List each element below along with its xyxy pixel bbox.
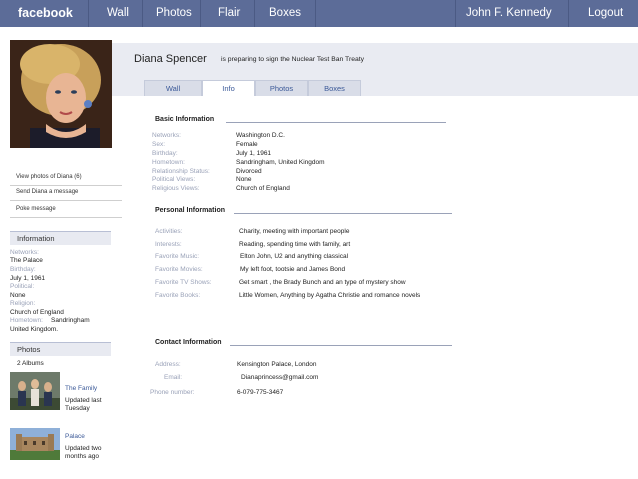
information-heading-label: Information xyxy=(17,234,55,243)
hometown-value-continued: United Kingdom. xyxy=(10,326,59,333)
album-updated-family-cont: Tuesday xyxy=(65,405,90,412)
nav-divider xyxy=(142,0,143,27)
nav-user-link[interactable]: John F. Kennedy xyxy=(466,0,552,27)
political-value: None xyxy=(10,292,26,299)
album-thumbnail-palace[interactable] xyxy=(10,428,60,460)
family-photo-image xyxy=(10,372,60,410)
contact-info-rule xyxy=(230,345,452,346)
tab-photos[interactable]: Photos xyxy=(255,80,308,96)
albums-count: 2 Albums xyxy=(17,360,44,367)
profile-portrait-image xyxy=(10,40,112,148)
contact-phone-label: Phone number: xyxy=(150,389,195,396)
birthday-label: Birthday: xyxy=(10,266,36,273)
nav-flair-link[interactable]: Flair xyxy=(218,0,240,27)
information-heading: Information xyxy=(10,231,111,245)
personal-music-label: Favorite Music: xyxy=(155,253,200,260)
personal-tv-label: Favorite TV Shows: xyxy=(155,279,212,286)
nav-divider xyxy=(88,0,89,27)
personal-activities-value: Charity, meeting with important people xyxy=(239,228,350,235)
personal-info-title: Personal Information xyxy=(155,207,226,214)
basic-political-value: None xyxy=(236,176,252,183)
status-message: is preparing to sign the Nuclear Test Ba… xyxy=(221,56,365,63)
personal-music-value: Elton John, U2 and anything classical xyxy=(240,253,349,260)
basic-info-title: Basic Information xyxy=(155,116,215,123)
top-navigation-bar: facebook Wall Photos Flair Boxes John F.… xyxy=(0,0,638,27)
contact-email-value[interactable]: Dianaprincess@gmail.com xyxy=(241,374,318,381)
profile-photo[interactable] xyxy=(10,40,112,148)
hometown-label: Hometown: xyxy=(10,317,43,324)
personal-movies-label: Favorite Movies: xyxy=(155,266,203,273)
basic-birthday-label: Birthday: xyxy=(152,150,178,157)
basic-birthday-value: July 1, 1961 xyxy=(236,150,272,157)
send-message-link[interactable]: Send Diana a message xyxy=(16,189,78,195)
poke-link[interactable]: Poke message xyxy=(16,206,56,212)
basic-political-label: Political Views: xyxy=(152,176,196,183)
personal-interests-label: Interests: xyxy=(155,241,182,248)
personal-info-rule xyxy=(234,213,452,214)
nav-photos-link[interactable]: Photos xyxy=(156,0,192,27)
sidebar-divider xyxy=(10,217,122,218)
facebook-logo[interactable]: facebook xyxy=(18,0,73,27)
hometown-value: Sandringham xyxy=(51,317,90,324)
nav-divider xyxy=(200,0,201,27)
album-title-family[interactable]: The Family xyxy=(65,385,97,392)
sidebar-divider xyxy=(10,185,122,186)
album-updated-palace: Updated two xyxy=(65,445,102,452)
nav-wall-link[interactable]: Wall xyxy=(107,0,129,27)
basic-sex-value: Female xyxy=(236,141,258,148)
basic-hometown-label: Hometown: xyxy=(152,159,185,166)
birthday-value: July 1, 1961 xyxy=(10,275,46,282)
personal-books-value: Little Women, Anything by Agatha Christi… xyxy=(239,292,421,299)
basic-sex-label: Sex: xyxy=(152,141,166,148)
contact-email-label: Email: xyxy=(164,374,183,381)
networks-label: Networks: xyxy=(10,249,39,256)
personal-movies-value: My left foot, tootsie and James Bond xyxy=(240,266,346,273)
contact-address-value: Kensington Palace, London xyxy=(237,361,317,368)
album-updated-family: Updated last xyxy=(65,397,102,404)
personal-interests-value: Reading, spending time with family, art xyxy=(239,241,351,248)
religion-value: Church of England xyxy=(10,309,64,316)
tab-boxes[interactable]: Boxes xyxy=(308,80,361,96)
basic-info-rule xyxy=(226,122,446,123)
basic-hometown-value: Sandringham, United Kingdom xyxy=(236,159,325,166)
tab-wall[interactable]: Wall xyxy=(144,80,202,96)
contact-address-label: Address: xyxy=(155,361,181,368)
political-label: Political: xyxy=(10,283,35,290)
view-photos-link[interactable]: View photos of Diana (6) xyxy=(16,174,82,180)
basic-relationship-value: Divorced xyxy=(236,168,262,175)
logout-link[interactable]: Logout xyxy=(588,0,623,27)
nav-divider xyxy=(455,0,456,27)
basic-religious-label: Religious Views: xyxy=(152,185,200,192)
nav-divider xyxy=(315,0,316,27)
photos-heading-label: Photos xyxy=(17,345,41,354)
nav-boxes-link[interactable]: Boxes xyxy=(269,0,301,27)
religion-label: Religion: xyxy=(10,300,36,307)
basic-networks-label: Networks: xyxy=(152,132,181,139)
personal-activities-label: Activities: xyxy=(155,228,183,235)
basic-networks-value[interactable]: Washington D.C. xyxy=(236,132,285,139)
personal-tv-value: Get smart , the Brady Bunch and an type … xyxy=(239,279,406,286)
profile-name: Diana Spencer xyxy=(134,53,207,65)
networks-value[interactable]: The Palace xyxy=(10,257,43,264)
basic-religious-value: Church of England xyxy=(236,185,290,192)
palace-photo-image xyxy=(10,428,60,460)
photos-heading: Photos xyxy=(10,342,111,356)
tab-info[interactable]: Info xyxy=(202,80,255,96)
personal-books-label: Favorite Books: xyxy=(155,292,201,299)
nav-divider xyxy=(254,0,255,27)
album-thumbnail-family[interactable] xyxy=(10,372,60,410)
basic-relationship-label: Relationship Status: xyxy=(152,168,210,175)
album-updated-palace-cont: months ago xyxy=(65,453,99,460)
contact-info-title: Contact Information xyxy=(155,339,222,346)
sidebar-divider xyxy=(10,200,122,201)
album-title-palace[interactable]: Palace xyxy=(65,433,85,440)
nav-divider xyxy=(568,0,569,27)
contact-phone-value: 6-079-775-3467 xyxy=(237,389,284,396)
